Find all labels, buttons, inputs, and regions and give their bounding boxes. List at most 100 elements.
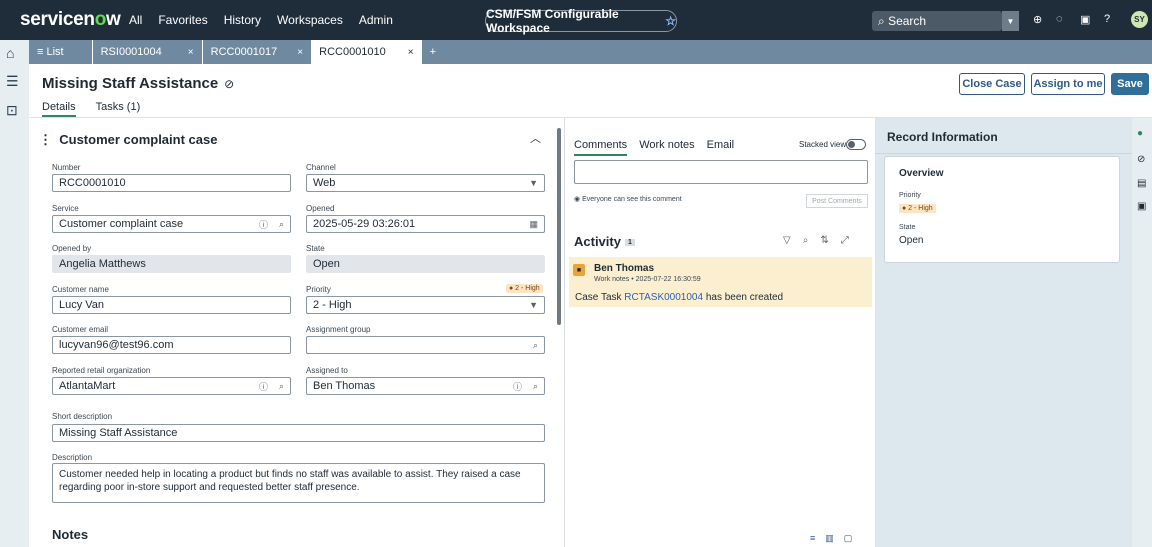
search-icon[interactable]: ⌕ <box>803 235 809 246</box>
close-icon[interactable]: × <box>297 47 303 58</box>
calendar-icon[interactable]: ▦ <box>529 219 538 230</box>
activity-title: Activity <box>574 234 621 249</box>
retail-org-label: Reported retail organization <box>52 366 151 375</box>
list-icon[interactable]: ☰ <box>6 73 19 90</box>
search-icon[interactable]: ⌕ <box>279 219 284 230</box>
nav-favorites[interactable]: Favorites <box>150 13 215 27</box>
info-icon[interactable]: ⓘ <box>513 380 522 393</box>
home-icon[interactable]: ⌂ <box>6 45 14 61</box>
description-textarea[interactable]: Customer needed help in locating a produ… <box>52 463 545 503</box>
opened-datetime[interactable]: 2025-05-29 03:26:01 ▦ <box>306 215 545 233</box>
tab-list[interactable]: ≡ List <box>29 40 72 64</box>
state-label: State <box>306 244 325 253</box>
task-link[interactable]: RCTASK0001004 <box>624 292 703 303</box>
priority-value: 2 - High <box>313 299 352 311</box>
record-information-panel: Record Information Overview Priority ● 2… <box>875 118 1132 547</box>
short-description-label: Short description <box>52 412 113 421</box>
expand-icon[interactable]: ⤢ <box>841 235 849 246</box>
post-comments-button[interactable]: Post Comments <box>806 194 868 208</box>
number-field[interactable]: RCC0001010 <box>52 174 291 192</box>
search-placeholder: Search <box>888 14 927 28</box>
tab-details[interactable]: Details <box>42 101 76 117</box>
assignment-group-label: Assignment group <box>306 325 371 334</box>
list-layout-icon[interactable]: ≡ <box>810 533 815 544</box>
tab-list-label: List <box>46 46 64 58</box>
assigned-to-value: Ben Thomas <box>313 380 376 392</box>
tab-label: RCC0001017 <box>210 46 278 58</box>
info-icon[interactable]: ⓘ <box>259 380 268 393</box>
info-icon[interactable]: ⓘ <box>259 218 268 231</box>
search-icon[interactable]: ⌕ <box>279 381 284 392</box>
customer-email-value: lucyvan96@test96.com <box>59 339 174 351</box>
opened-value: 2025-05-29 03:26:01 <box>313 218 416 230</box>
search-icon[interactable]: ⌕ <box>533 381 538 392</box>
stacked-view-toggle[interactable] <box>846 139 866 150</box>
short-description-field[interactable]: Missing Staff Assistance <box>52 424 545 442</box>
nav-workspaces[interactable]: Workspaces <box>269 13 351 27</box>
drag-handle-icon[interactable]: ⋮ <box>39 132 59 147</box>
tab-comments[interactable]: Comments <box>574 139 628 156</box>
retail-org-field[interactable]: AtlantaMart ⓘ ⌕ <box>52 377 291 395</box>
help-icon[interactable]: ? <box>1104 13 1110 25</box>
inbox-icon[interactable]: ⊡ <box>6 102 18 119</box>
record-title: Missing Staff Assistance <box>42 75 219 92</box>
assigned-to-field[interactable]: Ben Thomas ⓘ ⌕ <box>306 377 545 395</box>
close-icon[interactable]: × <box>188 47 194 58</box>
document-icon[interactable]: ▤ <box>1137 178 1146 189</box>
tab-rcc0001010[interactable]: RCC0001010 × <box>311 40 422 64</box>
record-info-icon[interactable]: ● <box>1137 128 1143 139</box>
notifications-icon[interactable]: ▣ <box>1080 13 1090 26</box>
contact-card-icon[interactable]: ▣ <box>1137 201 1146 212</box>
priority-select[interactable]: 2 - High ▼ <box>306 296 545 314</box>
customer-email-field[interactable]: lucyvan96@test96.com <box>52 336 291 354</box>
servicenow-logo[interactable]: servicenow <box>0 9 121 31</box>
chevron-up-icon[interactable]: ︿ <box>530 130 541 146</box>
close-icon[interactable]: × <box>408 47 414 58</box>
add-tab-button[interactable]: + <box>422 40 444 64</box>
nav-all[interactable]: All <box>121 13 150 27</box>
tag-icon[interactable]: ⊘ <box>224 77 234 91</box>
channel-select[interactable]: Web ▼ <box>306 174 545 192</box>
activity-entry: ■ Ben Thomas Work notes • 2025-07-22 16:… <box>569 257 872 307</box>
tab-email[interactable]: Email <box>707 139 735 156</box>
retail-org-value: AtlantaMart <box>59 380 116 392</box>
user-avatar[interactable]: SY <box>1131 11 1148 28</box>
activity-heading: Activity 1 <box>574 234 635 249</box>
stacked-view-label: Stacked view <box>799 140 847 149</box>
close-case-button[interactable]: Close Case <box>959 73 1025 95</box>
global-search[interactable]: ⌕ Search <box>872 11 1002 31</box>
star-icon[interactable]: ☆ <box>665 14 676 28</box>
sort-icon[interactable]: ⇅ <box>820 235 828 246</box>
record-state-label: State <box>899 224 916 231</box>
entry-meta: Work notes • 2025-07-22 16:30:59 <box>594 276 701 283</box>
split-layout-icon[interactable]: ▥ <box>825 533 834 544</box>
entry-author: Ben Thomas <box>594 263 655 274</box>
nav-admin[interactable]: Admin <box>351 13 401 27</box>
tab-tasks[interactable]: Tasks (1) <box>96 101 141 117</box>
nav-history[interactable]: History <box>216 13 269 27</box>
chat-icon[interactable]: ◌ <box>1056 13 1063 25</box>
tab-label: RCC0001010 <box>319 46 386 58</box>
form-scrollbar[interactable] <box>557 128 561 325</box>
assign-to-me-button[interactable]: Assign to me <box>1031 73 1105 95</box>
tab-work-notes[interactable]: Work notes <box>639 139 694 156</box>
single-layout-icon[interactable]: ▢ <box>844 533 853 544</box>
search-icon[interactable]: ⌕ <box>533 340 538 351</box>
comment-input[interactable] <box>574 160 868 184</box>
tab-rsi0001004[interactable]: RSI0001004 × <box>91 40 202 64</box>
filter-icon[interactable]: ▽ <box>783 235 791 246</box>
notes-section-title: Notes <box>52 527 89 542</box>
save-button[interactable]: Save <box>1111 73 1149 95</box>
tab-rcc0001017[interactable]: RCC0001017 × <box>201 40 312 64</box>
attachment-icon[interactable]: ⊘ <box>1137 154 1145 165</box>
globe-icon[interactable]: ⊕ <box>1033 13 1042 26</box>
record-info-title: Record Information <box>887 130 998 144</box>
entry-text-prefix: Case Task <box>575 292 622 303</box>
state-value: Open <box>313 258 340 270</box>
customer-name-field[interactable]: Lucy Van <box>52 296 291 314</box>
assignment-group-field[interactable]: ⌕ <box>306 336 545 354</box>
workspace-pill[interactable]: CSM/FSM Configurable Workspace ☆ <box>485 7 677 35</box>
search-scope-dropdown[interactable]: ▼ <box>1002 11 1019 31</box>
service-field[interactable]: Customer complaint case ⓘ ⌕ <box>52 215 291 233</box>
main-nav: All Favorites History Workspaces Admin <box>121 13 401 27</box>
